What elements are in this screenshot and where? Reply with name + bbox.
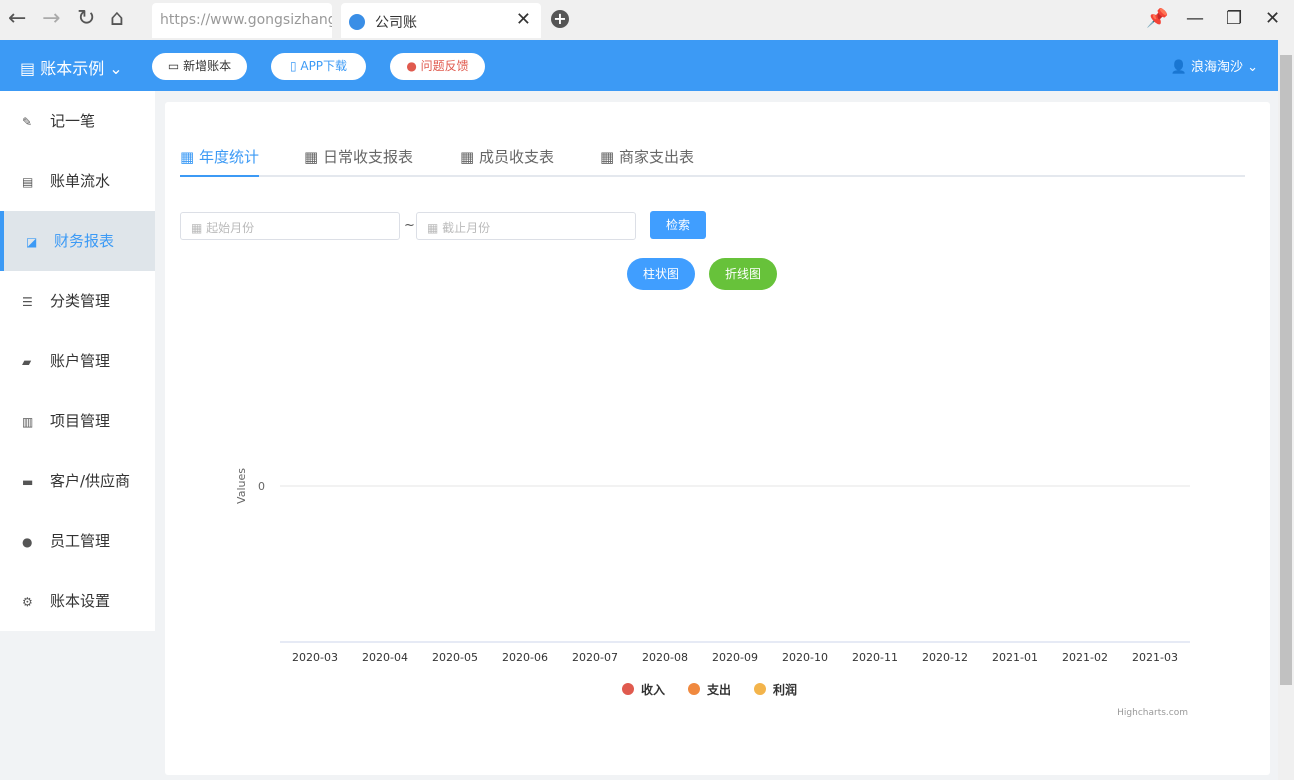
y-axis-label: Values: [235, 468, 248, 504]
x-tick-label: 2021-01: [992, 651, 1038, 664]
x-tick-label: 2020-04: [362, 651, 408, 664]
x-tick-label: 2020-12: [922, 651, 968, 664]
x-tick-label: 2020-06: [502, 651, 548, 664]
x-tick-label: 2020-11: [852, 651, 898, 664]
y-tick-label: 0: [258, 480, 265, 493]
x-tick-label: 2020-10: [782, 651, 828, 664]
legend-marker: [754, 683, 766, 695]
legend-item[interactable]: 支出: [688, 682, 731, 697]
x-tick-label: 2021-03: [1132, 651, 1178, 664]
x-tick-label: 2020-03: [292, 651, 338, 664]
x-tick-label: 2020-08: [642, 651, 688, 664]
scrollbar-thumb[interactable]: [1280, 55, 1292, 685]
legend-item[interactable]: 利润: [754, 682, 797, 697]
legend-marker: [688, 683, 700, 695]
legend-label: 收入: [641, 682, 665, 697]
chart-credit: Highcharts.com: [1117, 708, 1188, 718]
legend-label: 支出: [706, 682, 731, 697]
legend-item[interactable]: 收入: [622, 682, 665, 697]
x-tick-label: 2020-05: [432, 651, 478, 664]
legend-marker: [622, 683, 634, 695]
x-tick-label: 2020-09: [712, 651, 758, 664]
x-tick-label: 2021-02: [1062, 651, 1108, 664]
x-tick-label: 2020-07: [572, 651, 618, 664]
legend-label: 利润: [773, 682, 797, 697]
chart: Values 0 2020-03 2020-04 2020-05 2020-06 202…: [0, 0, 1294, 780]
